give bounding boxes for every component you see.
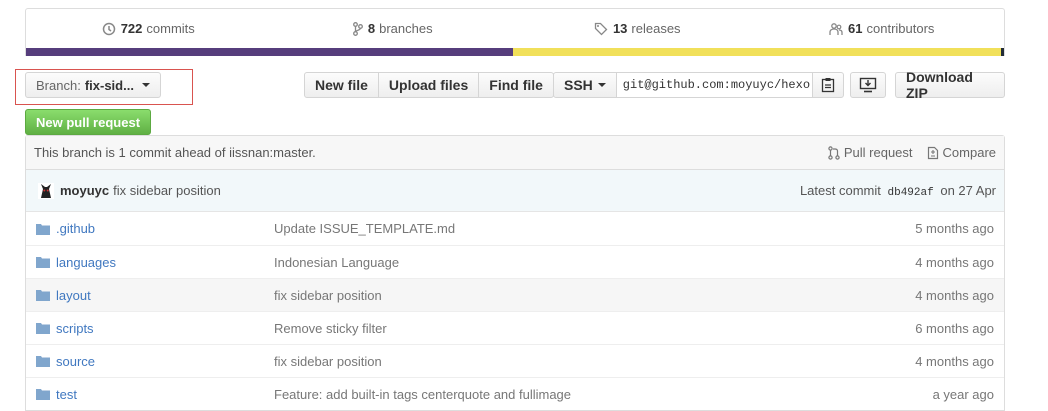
file-actions-group: New file Upload files Find file	[304, 72, 554, 98]
people-icon	[829, 22, 843, 35]
branch-name: fix-sid...	[84, 77, 134, 93]
clone-group: SSH git@github.com:moyuyc/hexo	[553, 72, 844, 98]
tag-icon	[594, 22, 608, 35]
branches-count: 8	[367, 21, 376, 36]
caret-down-icon	[141, 83, 150, 87]
releases-label: releases	[631, 21, 681, 36]
latest-commit-label: Latest commit	[799, 182, 881, 198]
compare-link[interactable]: Compare	[927, 145, 996, 160]
protocol-label: SSH	[564, 77, 593, 93]
open-desktop-button[interactable]	[850, 72, 886, 98]
branch-status-bar: This branch is 1 commit ahead of iissnan…	[26, 136, 1004, 170]
file-name[interactable]: .github	[36, 221, 274, 236]
file-navigation: Branch: fix-sid... New file Upload files…	[15, 69, 1005, 105]
copy-url-button[interactable]	[811, 72, 844, 98]
releases-count: 13	[612, 21, 628, 36]
branches-link[interactable]: 8 branches	[271, 9, 516, 48]
file-commit-message[interactable]: Feature: add built-in tags centerquote a…	[274, 387, 933, 402]
folder-icon	[36, 223, 50, 235]
branch-select-button[interactable]: Branch: fix-sid...	[25, 72, 161, 98]
download-zip-button[interactable]: Download ZIP	[895, 69, 1005, 101]
table-row: .github Update ISSUE_TEMPLATE.md 5 month…	[26, 212, 1004, 245]
table-row: languages Indonesian Language 4 months a…	[26, 245, 1004, 278]
file-age: 4 months ago	[915, 254, 994, 270]
file-name[interactable]: source	[36, 354, 274, 369]
file-age: 4 months ago	[915, 353, 994, 369]
file-age: a year ago	[932, 386, 994, 402]
branch-status-text: This branch is 1 commit ahead of iissnan…	[34, 145, 316, 160]
file-name[interactable]: layout	[36, 288, 274, 303]
new-pull-request-button[interactable]: New pull request	[25, 109, 152, 135]
file-name[interactable]: scripts	[36, 321, 274, 336]
latest-commit-bar: moyuyc fix sidebar position Latest commi…	[26, 170, 1004, 212]
language-segment-yellow	[513, 48, 1001, 56]
language-segment-purple	[26, 48, 514, 56]
contributors-count: 61	[848, 21, 863, 36]
language-segment-dark	[1001, 48, 1004, 56]
contributors-link[interactable]: 61 contributors	[760, 9, 1005, 48]
table-row: scripts Remove sticky filter 6 months ag…	[26, 311, 1004, 344]
new-file-button[interactable]: New file	[304, 72, 379, 98]
folder-icon	[36, 389, 50, 400]
compare-label: Compare	[942, 145, 996, 160]
commit-author[interactable]: moyuyc	[60, 183, 109, 198]
repo-stats: 722 commits 8 branches 13 releases 61 co…	[25, 8, 1005, 48]
file-list: .github Update ISSUE_TEMPLATE.md 5 month…	[26, 212, 1004, 410]
file-table: This branch is 1 commit ahead of iissnan…	[25, 135, 1005, 411]
commit-date: on 27 Apr	[940, 182, 996, 198]
branch-icon	[352, 21, 363, 36]
commits-count: 722	[120, 21, 143, 36]
commit-meta: Latest commit db492af on 27 Apr	[800, 183, 996, 199]
branches-label: branches	[379, 21, 433, 36]
clipboard-icon	[821, 78, 834, 93]
file-age: 6 months ago	[915, 320, 994, 336]
file-name[interactable]: languages	[36, 255, 274, 270]
table-row: test Feature: add built-in tags centerqu…	[26, 377, 1004, 410]
pull-request-link[interactable]: Pull request	[828, 145, 913, 160]
commits-link[interactable]: 722 commits	[26, 9, 271, 48]
folder-icon	[36, 257, 50, 268]
file-commit-message[interactable]: fix sidebar position	[274, 288, 915, 303]
diff-icon	[927, 146, 938, 159]
upload-files-button[interactable]: Upload files	[377, 72, 480, 98]
folder-icon	[36, 356, 50, 367]
folder-icon	[36, 323, 50, 334]
folder-icon	[36, 290, 50, 301]
commit-sha[interactable]: db492af	[888, 187, 934, 199]
avatar[interactable]	[38, 182, 54, 199]
file-commit-message[interactable]: Update ISSUE_TEMPLATE.md	[274, 221, 915, 236]
contributors-label: contributors	[866, 21, 935, 36]
caret-down-icon	[597, 83, 606, 87]
releases-link[interactable]: 13 releases	[515, 9, 760, 48]
find-file-button[interactable]: Find file	[478, 72, 554, 98]
file-commit-message[interactable]: Remove sticky filter	[274, 321, 915, 336]
branch-label: Branch:	[36, 77, 81, 93]
file-age: 5 months ago	[915, 221, 994, 236]
pull-request-icon	[828, 145, 840, 160]
clone-url-input[interactable]: git@github.com:moyuyc/hexo	[615, 72, 813, 98]
history-icon	[102, 22, 115, 35]
table-row: layout fix sidebar position 4 months ago	[26, 278, 1004, 311]
language-bar[interactable]	[25, 48, 1005, 56]
table-row: source fix sidebar position 4 months ago	[26, 344, 1004, 377]
file-name[interactable]: test	[36, 387, 274, 402]
protocol-select-button[interactable]: SSH	[553, 72, 617, 98]
file-commit-message[interactable]: fix sidebar position	[274, 354, 915, 369]
commit-message[interactable]: fix sidebar position	[113, 183, 221, 198]
desktop-download-icon	[859, 77, 877, 93]
commits-label: commits	[146, 21, 195, 36]
file-commit-message[interactable]: Indonesian Language	[274, 255, 915, 270]
pull-request-label: Pull request	[843, 145, 913, 160]
file-age: 4 months ago	[915, 287, 994, 303]
